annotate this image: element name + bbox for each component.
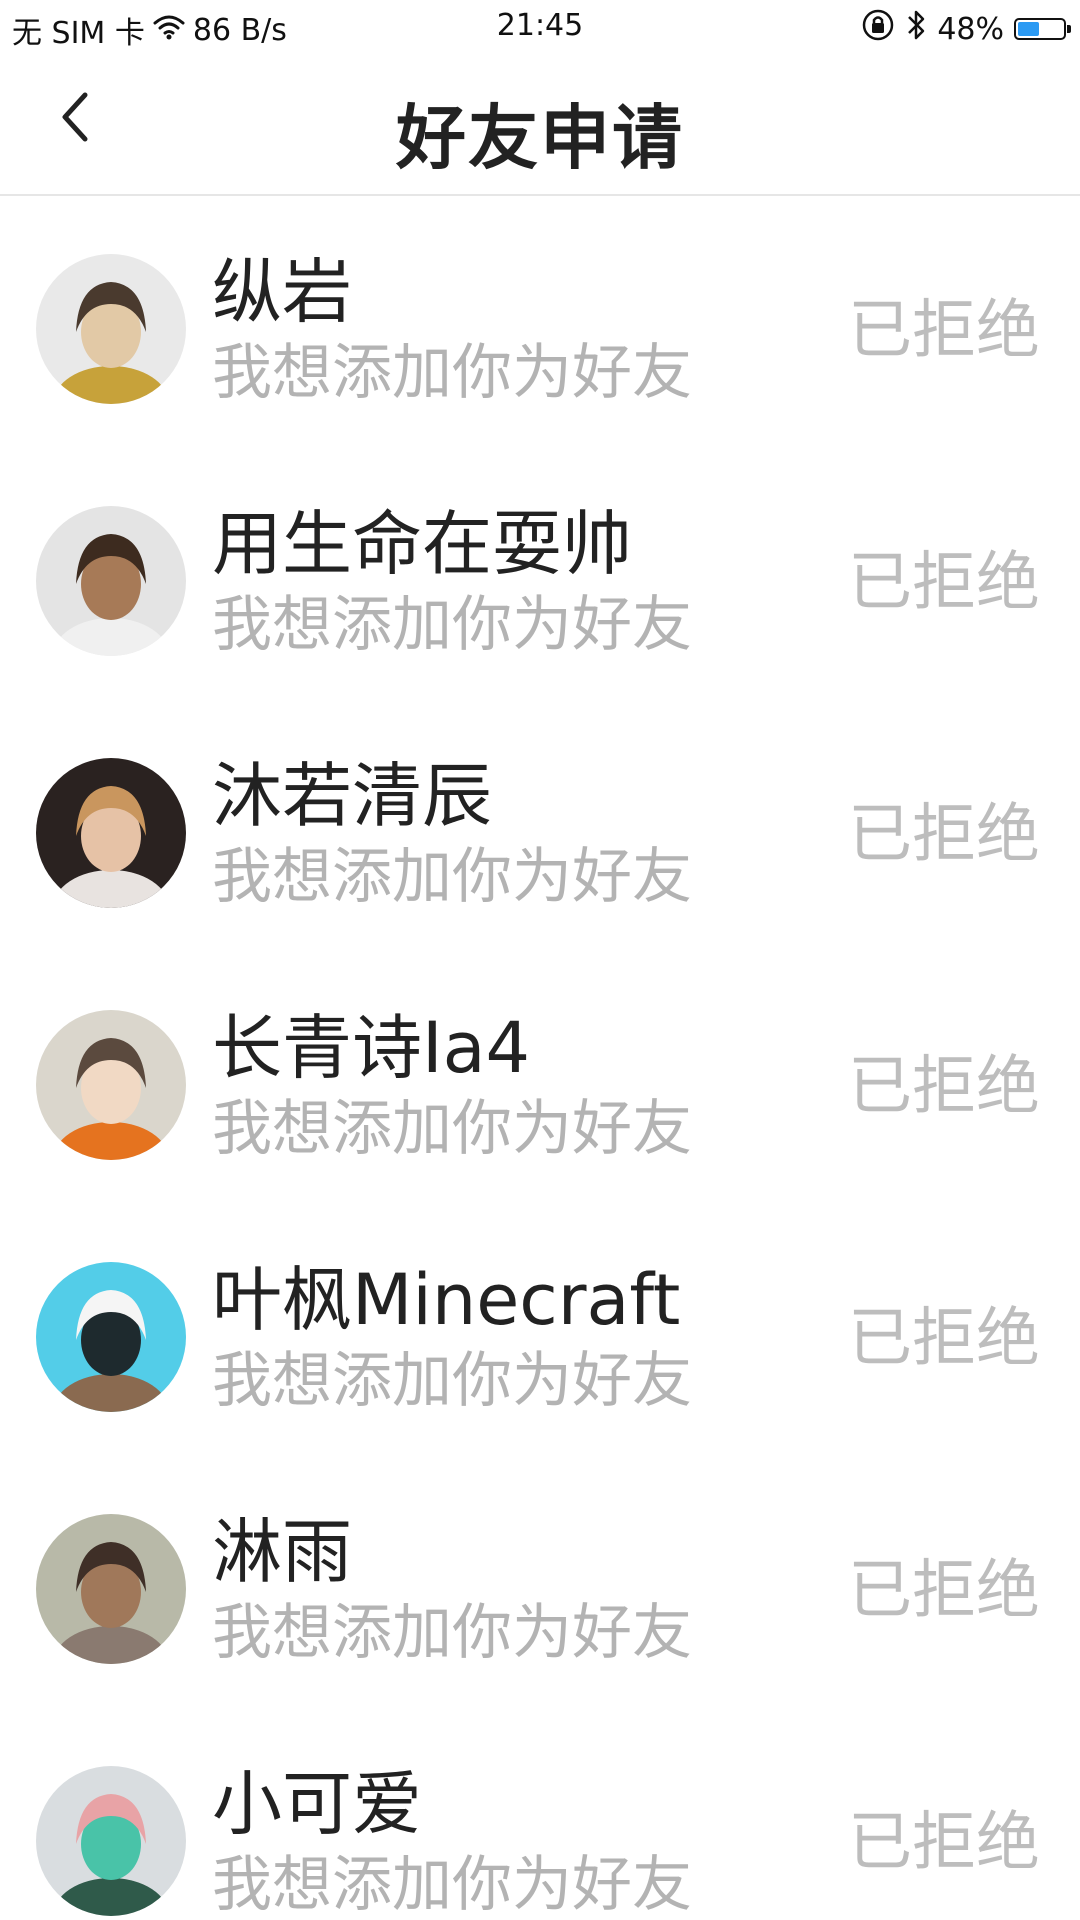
battery-level [1018,22,1039,36]
friend-requests-screen: 无 SIM 卡 86 B/s 21:45 48% 好友申请 纵岩 我想添加你为好… [0,0,1080,1920]
rotation-lock-icon [861,8,895,50]
avatar[interactable] [36,254,186,404]
avatar[interactable] [36,1010,186,1160]
request-status: 已拒绝 [848,1050,1040,1124]
friend-request-row[interactable]: 小可爱 我想添加你为好友 已拒绝 [0,1708,1080,1920]
request-status: 已拒绝 [848,1302,1040,1376]
friend-request-row[interactable]: 淋雨 我想添加你为好友 已拒绝 [0,1456,1080,1708]
request-message: 我想添加你为好友 [212,338,692,408]
friend-request-row[interactable]: 叶枫Minecraft 我想添加你为好友 已拒绝 [0,1204,1080,1456]
request-status: 已拒绝 [848,546,1040,620]
header: 好友申请 [0,56,1080,196]
avatar[interactable] [36,1514,186,1664]
requester-name: 沐若清辰 [212,755,492,837]
friend-request-row[interactable]: 长青诗Ia4 我想添加你为好友 已拒绝 [0,952,1080,1204]
friend-request-list: 纵岩 我想添加你为好友 已拒绝 用生命在耍帅 我想添加你为好友 已拒绝 沐若清辰 我想添加你为… [0,196,1080,1920]
request-status: 已拒绝 [848,1554,1040,1628]
request-status: 已拒绝 [848,294,1040,368]
request-message: 我想添加你为好友 [212,1598,692,1668]
request-message: 我想添加你为好友 [212,1094,692,1164]
page-title: 好友申请 [396,97,684,179]
avatar[interactable] [36,758,186,908]
request-message: 我想添加你为好友 [212,842,692,912]
request-status: 已拒绝 [848,1806,1040,1880]
requester-name: 长青诗Ia4 [212,1007,531,1089]
bluetooth-icon [905,9,927,49]
request-message: 我想添加你为好友 [212,590,692,660]
status-bar: 无 SIM 卡 86 B/s 21:45 48% [0,0,1080,56]
requester-name: 用生命在耍帅 [212,503,632,585]
avatar[interactable] [36,1262,186,1412]
avatar[interactable] [36,506,186,656]
requester-name: 纵岩 [212,251,352,333]
avatar[interactable] [36,1766,186,1916]
requester-name: 小可爱 [212,1763,422,1845]
friend-request-row[interactable]: 用生命在耍帅 我想添加你为好友 已拒绝 [0,448,1080,700]
request-status: 已拒绝 [848,798,1040,872]
requester-name: 淋雨 [212,1511,352,1593]
battery-icon [1014,18,1071,40]
battery-percent: 48% [937,11,1004,47]
friend-request-row[interactable]: 纵岩 我想添加你为好友 已拒绝 [0,196,1080,448]
request-message: 我想添加你为好友 [212,1850,692,1920]
friend-request-row[interactable]: 沐若清辰 我想添加你为好友 已拒绝 [0,700,1080,952]
request-message: 我想添加你为好友 [212,1346,692,1416]
status-right: 48% [861,8,1071,50]
requester-name: 叶枫Minecraft [212,1259,681,1341]
